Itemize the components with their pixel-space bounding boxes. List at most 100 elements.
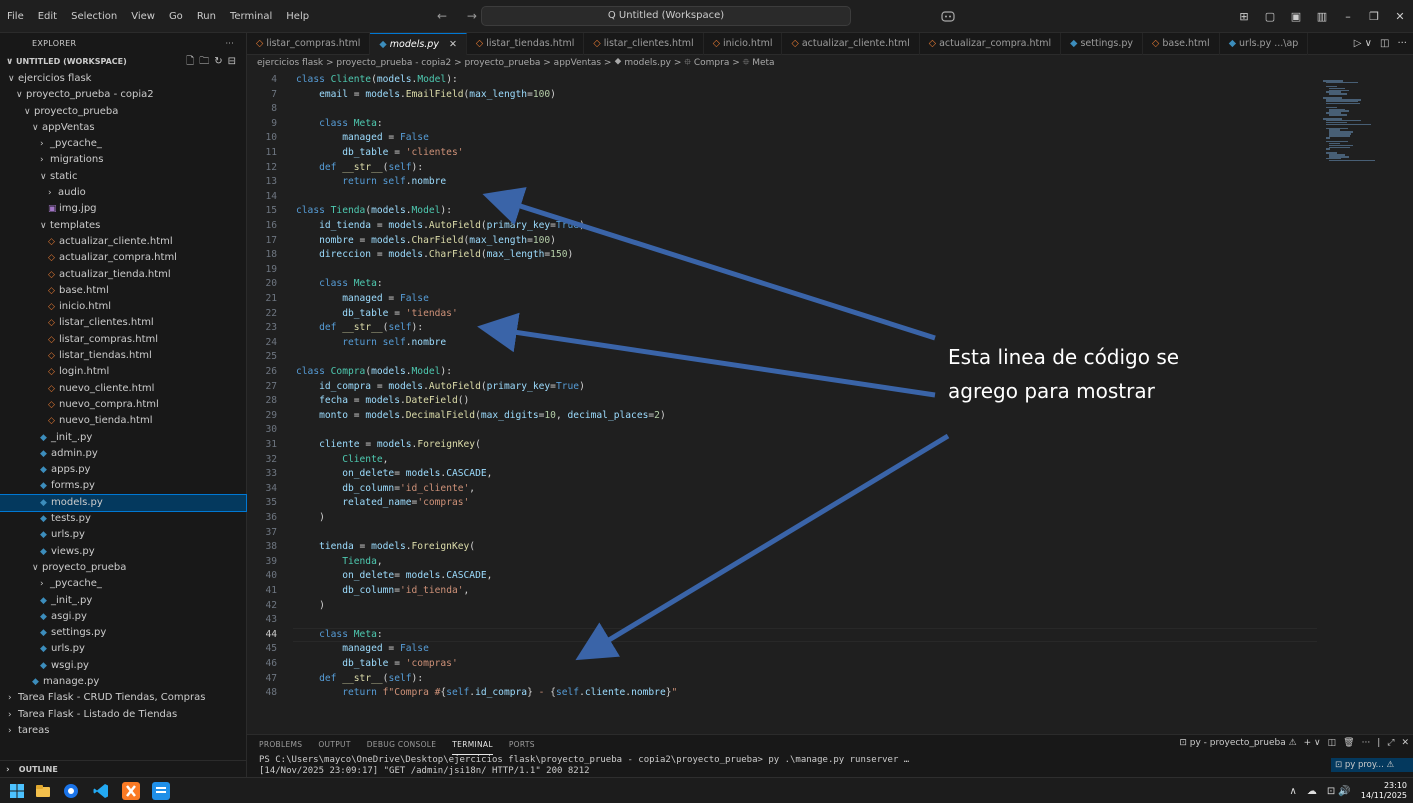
tree-file[interactable]: ◆ _init_.py (0, 430, 246, 446)
code-line[interactable]: 4 class Cliente(models.Model): (247, 73, 1317, 88)
tree-folder[interactable]: › migrations (0, 152, 246, 168)
more-actions-icon[interactable]: ··· (1362, 738, 1371, 748)
xampp-icon[interactable] (122, 782, 140, 800)
tab-base-html[interactable]: ◇ base.html (1143, 33, 1220, 55)
code-line[interactable]: 45 managed = False (247, 642, 1317, 657)
code-line[interactable]: 7 email = models.EmailField(max_length=1… (247, 88, 1317, 103)
split-terminal-icon[interactable]: ◫ (1328, 738, 1337, 748)
tab-actualizar-compra-html[interactable]: ◇ actualizar_compra.html (920, 33, 1062, 55)
tree-file[interactable]: ◆ tests.py (0, 511, 246, 527)
explorer-more-button[interactable]: ··· (225, 39, 234, 48)
breadcrumb[interactable]: ejercicios flask > proyecto_prueba - cop… (247, 55, 1413, 72)
panel-tab-terminal[interactable]: TERMINAL (452, 735, 493, 755)
menu-item-view[interactable]: View (124, 0, 162, 33)
minimize-icon[interactable]: – (1335, 10, 1361, 23)
menu-item-run[interactable]: Run (190, 0, 223, 33)
code-line[interactable]: 30 (247, 423, 1317, 438)
tree-file[interactable]: ◇ nuevo_tienda.html (0, 413, 246, 429)
code-line[interactable]: 38 tienda = models.ForeignKey( (247, 540, 1317, 555)
code-line[interactable]: 12 def __str__(self): (247, 161, 1317, 176)
nav-arrows[interactable]: ← → (437, 0, 485, 33)
minimap[interactable] (1317, 72, 1413, 734)
tree-file[interactable]: ◇ inicio.html (0, 299, 246, 315)
code-line[interactable]: 16 id_tienda = models.AutoField(primary_… (247, 219, 1317, 234)
code-line[interactable]: 31 cliente = models.ForeignKey( (247, 438, 1317, 453)
code-line[interactable]: 46 db_table = 'compras' (247, 657, 1317, 672)
tree-file[interactable]: ◇ login.html (0, 364, 246, 380)
code-line[interactable]: 35 related_name='compras' (247, 496, 1317, 511)
network-volume-icon[interactable]: ⊡ 🔊 (1327, 786, 1351, 797)
tree-file[interactable]: ◆ urls.py (0, 641, 246, 657)
close-icon[interactable]: ✕ (1387, 10, 1413, 23)
file-explorer-icon[interactable] (34, 782, 52, 800)
tree-file[interactable]: ◇ base.html (0, 283, 246, 299)
more-actions-icon[interactable]: ··· (1397, 38, 1407, 49)
outline-section[interactable]: › OUTLINE (0, 760, 247, 777)
tree-file[interactable]: ◆ apps.py (0, 462, 246, 478)
tree-file[interactable]: ◆ _init_.py (0, 593, 246, 609)
code-line[interactable]: 22 db_table = 'tiendas' (247, 307, 1317, 322)
code-line[interactable]: 33 on_delete= models.CASCADE, (247, 467, 1317, 482)
tree-file[interactable]: ◆ asgi.py (0, 609, 246, 625)
code-line[interactable]: 36 ) (247, 511, 1317, 526)
tree-folder[interactable]: › tareas (0, 723, 246, 739)
tree-file[interactable]: ◆ wsgi.py (0, 658, 246, 674)
code-line[interactable]: 23 def __str__(self): (247, 321, 1317, 336)
tree-file[interactable]: ◇ actualizar_compra.html (0, 250, 246, 266)
panel-tab-output[interactable]: OUTPUT (318, 735, 350, 755)
menu-item-file[interactable]: File (0, 0, 31, 33)
tree-file[interactable]: ◆ forms.py (0, 478, 246, 494)
code-line[interactable]: 29 monto = models.DecimalField(max_digit… (247, 409, 1317, 424)
code-line[interactable]: 40 on_delete= models.CASCADE, (247, 569, 1317, 584)
command-center-search[interactable]: Q Untitled (Workspace) (481, 6, 851, 26)
secondary-sidebar-toggle-icon[interactable]: ▥ (1309, 10, 1335, 23)
tree-file[interactable]: ◇ nuevo_compra.html (0, 397, 246, 413)
close-panel-icon[interactable]: ✕ (1401, 738, 1409, 748)
code-line[interactable]: 10 managed = False (247, 131, 1317, 146)
panel-tab-debug-console[interactable]: DEBUG CONSOLE (367, 735, 437, 755)
code-line[interactable]: 14 (247, 190, 1317, 205)
tree-folder[interactable]: › Tarea Flask - CRUD Tiendas, Compras (0, 690, 246, 706)
code-line[interactable]: 20 class Meta: (247, 277, 1317, 292)
layout-toggle-icon[interactable]: ⊞ (1231, 10, 1257, 23)
code-line[interactable]: 39 Tienda, (247, 555, 1317, 570)
tree-folder[interactable]: ∨ appVentas (0, 120, 246, 136)
code-line[interactable]: 47 def __str__(self): (247, 672, 1317, 687)
tree-file[interactable]: ◇ listar_compras.html (0, 332, 246, 348)
code-line[interactable]: 37 (247, 526, 1317, 541)
code-line[interactable]: 42 ) (247, 599, 1317, 614)
tab-listar-tiendas-html[interactable]: ◇ listar_tiendas.html (467, 33, 585, 55)
new-folder-icon[interactable]: 🗀 (199, 56, 209, 67)
tree-folder[interactable]: ∨ proyecto_prueba (0, 104, 246, 120)
tree-folder[interactable]: ∨ static (0, 169, 246, 185)
code-line[interactable]: 32 Cliente, (247, 453, 1317, 468)
panel-tab-ports[interactable]: PORTS (509, 735, 535, 755)
tab-inicio-html[interactable]: ◇ inicio.html (704, 33, 783, 55)
code-line[interactable]: 48 return f"Compra #{self.id_compra} - {… (247, 686, 1317, 701)
new-terminal-button[interactable]: + ∨ (1304, 738, 1321, 748)
new-file-icon[interactable]: 🗋 (186, 56, 194, 67)
menu-item-edit[interactable]: Edit (31, 0, 64, 33)
menu-item-help[interactable]: Help (279, 0, 316, 33)
cloud-sync-icon[interactable]: ☁ (1307, 786, 1317, 797)
tree-file[interactable]: ◇ listar_tiendas.html (0, 348, 246, 364)
refresh-icon[interactable]: ↻ (214, 56, 222, 67)
collapse-all-icon[interactable]: ⊟ (228, 56, 236, 67)
code-line[interactable]: 15 class Tienda(models.Model): (247, 204, 1317, 219)
tree-file[interactable]: ◆ manage.py (0, 674, 246, 690)
restore-icon[interactable]: ❐ (1361, 10, 1387, 23)
tab-actualizar-cliente-html[interactable]: ◇ actualizar_cliente.html (782, 33, 920, 55)
code-line[interactable]: 8 (247, 102, 1317, 117)
tree-folder[interactable]: ∨ proyecto_prueba (0, 560, 246, 576)
windows-start-icon[interactable] (8, 782, 26, 800)
tab-listar-compras-html[interactable]: ◇ listar_compras.html (247, 33, 371, 55)
split-editor-icon[interactable]: ◫ (1380, 38, 1389, 49)
tree-file[interactable]: ◇ listar_clientes.html (0, 315, 246, 331)
code-line[interactable]: 11 db_table = 'clientes' (247, 146, 1317, 161)
tree-file[interactable]: ◇ actualizar_tienda.html (0, 267, 246, 283)
store-app-icon[interactable] (152, 782, 170, 800)
tree-folder[interactable]: › _pycache_ (0, 136, 246, 152)
tree-file[interactable]: ◆ models.py (0, 493, 247, 513)
tab-listar-clientes-html[interactable]: ◇ listar_clientes.html (584, 33, 704, 55)
terminal-instance-item[interactable]: ⊡ py proy... ⚠ (1331, 758, 1413, 772)
